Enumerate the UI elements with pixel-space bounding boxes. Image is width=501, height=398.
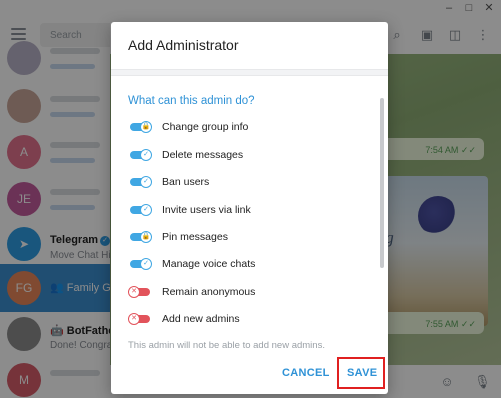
permission-pin-messages[interactable]: 🔒 Pin messages xyxy=(128,228,368,246)
permission-label: Ban users xyxy=(162,176,210,188)
check-icon: ✓ xyxy=(140,176,152,188)
permission-label: Change group info xyxy=(162,121,249,133)
permission-delete-messages[interactable]: ✓ Delete messages xyxy=(128,146,368,164)
permission-label: Delete messages xyxy=(162,149,244,161)
toggle-switch[interactable]: ✕ xyxy=(128,313,152,325)
cross-icon: ✕ xyxy=(128,286,140,298)
cancel-button[interactable]: CANCEL xyxy=(282,367,330,379)
permission-change-group-info[interactable]: 🔒 Change group info xyxy=(128,118,368,136)
toggle-switch[interactable]: ✓ xyxy=(128,258,152,270)
check-icon: ✓ xyxy=(140,258,152,270)
dialog-title: Add Administrator xyxy=(128,37,239,53)
add-administrator-dialog: Add Administrator What can this admin do… xyxy=(111,22,388,394)
permission-label: Invite users via link xyxy=(162,204,251,216)
check-icon: ✓ xyxy=(140,204,152,216)
toggle-switch[interactable]: ✓ xyxy=(128,204,152,216)
cross-icon: ✕ xyxy=(128,313,140,325)
permission-label: Manage voice chats xyxy=(162,258,256,270)
lock-icon: 🔒 xyxy=(140,121,152,133)
toggle-switch[interactable]: ✓ xyxy=(128,149,152,161)
lock-icon: 🔒 xyxy=(140,231,152,243)
highlight-box xyxy=(337,357,385,389)
permission-add-new-admins[interactable]: ✕ Add new admins xyxy=(128,310,368,328)
permission-remain-anonymous[interactable]: ✕ Remain anonymous xyxy=(128,283,368,301)
section-title: What can this admin do? xyxy=(128,95,255,107)
permission-invite-users[interactable]: ✓ Invite users via link xyxy=(128,201,368,219)
permission-label: Remain anonymous xyxy=(162,286,256,298)
toggle-switch[interactable]: ✕ xyxy=(128,286,152,298)
permission-label: Pin messages xyxy=(162,231,228,243)
permission-manage-voice-chats[interactable]: ✓ Manage voice chats xyxy=(128,255,368,273)
check-icon: ✓ xyxy=(140,149,152,161)
toggle-switch[interactable]: 🔒 xyxy=(128,121,152,133)
permission-ban-users[interactable]: ✓ Ban users xyxy=(128,173,368,191)
permission-label: Add new admins xyxy=(162,313,240,325)
scrollbar[interactable] xyxy=(380,98,384,268)
admin-note: This admin will not be able to add new a… xyxy=(128,340,325,351)
toggle-switch[interactable]: ✓ xyxy=(128,176,152,188)
toggle-switch[interactable]: 🔒 xyxy=(128,231,152,243)
divider xyxy=(111,69,388,76)
